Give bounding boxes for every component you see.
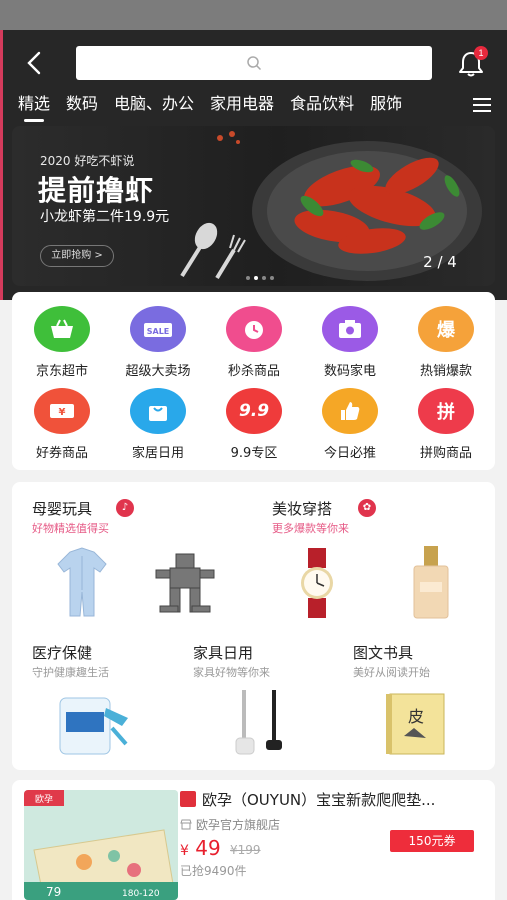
carousel-dots bbox=[246, 265, 278, 284]
coupon-badge[interactable]: 150元券 bbox=[390, 830, 474, 852]
play-mat-image: 欧孕 79 180-120 bbox=[24, 790, 178, 900]
svg-text:SALE: SALE bbox=[147, 327, 170, 336]
robot-toy-image[interactable] bbox=[152, 548, 218, 616]
section-title-home[interactable]: 家具日用 bbox=[193, 642, 253, 663]
banner-subtitle: 2020 好吃不虾说 bbox=[40, 154, 135, 168]
brand-logo-icon bbox=[180, 791, 196, 807]
product-price: ¥ 49 bbox=[180, 836, 221, 860]
original-price: ¥199 bbox=[230, 843, 261, 857]
product-image[interactable]: 欧孕 79 180-120 bbox=[24, 790, 178, 900]
notification-button[interactable]: 1 bbox=[455, 46, 489, 82]
category-9-9-zone[interactable]: 9.9 9.9专区 bbox=[209, 388, 299, 461]
baby-outfit-image[interactable] bbox=[52, 544, 112, 620]
category-label: 热销爆款 bbox=[419, 364, 472, 379]
featured-sections: 母婴玩具 ♪ 好物精选值得买 美妆穿搭 ✿ 更多爆款等你来 医疗保健 守护健康趣… bbox=[12, 482, 495, 770]
category-coupons[interactable]: ¥ 好券商品 bbox=[17, 388, 107, 461]
category-super-mall[interactable]: SALE 超级大卖场 bbox=[113, 306, 203, 379]
product-title[interactable]: 欧孕（OUYUN）宝宝新款爬爬垫... bbox=[180, 789, 485, 810]
baby-tag-icon: ♪ bbox=[116, 499, 134, 517]
category-hot-items[interactable]: 爆 热销爆款 bbox=[401, 306, 491, 379]
notification-badge: 1 bbox=[474, 46, 488, 60]
status-bar bbox=[0, 0, 507, 30]
section-title-medical[interactable]: 医疗保健 bbox=[32, 642, 92, 663]
image-price-text: 79 bbox=[46, 885, 61, 899]
section-subtitle-books: 美好从阅读开始 bbox=[353, 666, 430, 679]
hot-icon: 爆 bbox=[418, 306, 474, 352]
thumbs-up-icon bbox=[322, 388, 378, 434]
image-size-text: 180-120 bbox=[122, 889, 160, 899]
menu-button[interactable] bbox=[472, 96, 492, 114]
category-tabs: 精选 数码 电脑、办公 家用电器 食品饮料 服饰 bbox=[18, 92, 463, 122]
camera-icon bbox=[322, 306, 378, 352]
alarm-clock-icon bbox=[226, 306, 282, 352]
category-label: 数码家电 bbox=[323, 364, 376, 379]
promo-banner[interactable]: 2020 好吃不虾说 提前撸虾 小龙虾第二件19.9元 立即抢购 > 2 / 4 bbox=[12, 126, 495, 286]
banner-title: 提前撸虾 bbox=[38, 174, 155, 207]
category-label: 好券商品 bbox=[35, 446, 88, 461]
shop-name[interactable]: 欧孕官方旗舰店 bbox=[180, 816, 280, 833]
shopping-bag-icon bbox=[130, 388, 186, 434]
coupon-icon: ¥ bbox=[34, 388, 90, 434]
search-icon bbox=[247, 56, 262, 71]
category-group-buy[interactable]: 拼 拼购商品 bbox=[401, 388, 491, 461]
tab-food-drinks[interactable]: 食品饮料 bbox=[290, 92, 354, 116]
beauty-tag-icon: ✿ bbox=[358, 499, 376, 517]
section-title-baby[interactable]: 母婴玩具 bbox=[32, 498, 92, 519]
foundation-bottle-image[interactable] bbox=[408, 544, 454, 620]
category-home-daily[interactable]: 家居日用 bbox=[113, 388, 203, 461]
category-label: 家居日用 bbox=[131, 446, 184, 461]
category-flash-sale[interactable]: 秒杀商品 bbox=[209, 306, 299, 379]
tab-featured[interactable]: 精选 bbox=[18, 92, 50, 122]
category-today-picks[interactable]: 今日必推 bbox=[305, 388, 395, 461]
search-input[interactable] bbox=[76, 46, 432, 80]
store-icon bbox=[180, 819, 192, 830]
sold-count: 已抢9490件 bbox=[180, 864, 247, 878]
toilet-brush-image[interactable] bbox=[224, 688, 294, 758]
product-card[interactable]: 欧孕 79 180-120 欧孕（OUYUN）宝宝新款爬爬垫... 欧孕官方旗舰… bbox=[12, 780, 495, 900]
category-label: 超级大卖场 bbox=[125, 364, 191, 379]
image-brand-text: 欧孕 bbox=[35, 793, 53, 805]
section-subtitle-medical: 守护健康趣生活 bbox=[32, 666, 109, 679]
back-button[interactable] bbox=[20, 48, 50, 78]
basket-icon bbox=[34, 306, 90, 352]
banner-pager: 2 / 4 bbox=[423, 253, 457, 271]
tab-apparel[interactable]: 服饰 bbox=[370, 92, 402, 116]
tab-computer-office[interactable]: 电脑、办公 bbox=[114, 92, 194, 116]
category-label: 9.9专区 bbox=[230, 446, 278, 461]
sale-icon: SALE bbox=[130, 306, 186, 352]
category-label: 拼购商品 bbox=[419, 446, 472, 461]
section-title-beauty[interactable]: 美妆穿搭 bbox=[272, 498, 332, 519]
buy-now-button[interactable]: 立即抢购 > bbox=[40, 245, 114, 267]
category-digital-appliances[interactable]: 数码家电 bbox=[305, 306, 395, 379]
svg-text:¥: ¥ bbox=[59, 407, 66, 418]
book-image[interactable]: 皮 bbox=[382, 688, 452, 758]
category-label: 秒杀商品 bbox=[227, 364, 280, 379]
tab-digital[interactable]: 数码 bbox=[66, 92, 98, 116]
svg-text:皮: 皮 bbox=[408, 707, 424, 726]
category-label: 京东超市 bbox=[35, 364, 88, 379]
section-title-books[interactable]: 图文书具 bbox=[353, 642, 413, 663]
group-buy-icon: 拼 bbox=[418, 388, 474, 434]
banner-promo: 小龙虾第二件19.9元 bbox=[40, 209, 170, 225]
nine-nine-icon: 9.9 bbox=[226, 388, 282, 434]
chevron-left-icon bbox=[27, 51, 41, 75]
hamburger-icon bbox=[473, 98, 491, 112]
category-jd-supermarket[interactable]: 京东超市 bbox=[17, 306, 107, 379]
category-grid: 京东超市 SALE 超级大卖场 秒杀商品 数码家电 爆 热销爆款 ¥ 好券商品 … bbox=[12, 292, 495, 470]
section-subtitle-home: 家具好物等你来 bbox=[193, 666, 270, 679]
section-subtitle-baby: 好物精选值得买 bbox=[32, 522, 109, 535]
category-label: 今日必推 bbox=[323, 446, 376, 461]
section-subtitle-beauty: 更多爆款等你来 bbox=[272, 522, 349, 535]
floss-pack-image[interactable] bbox=[56, 688, 132, 758]
wristwatch-image[interactable] bbox=[292, 546, 342, 620]
tab-appliances[interactable]: 家用电器 bbox=[210, 92, 274, 116]
